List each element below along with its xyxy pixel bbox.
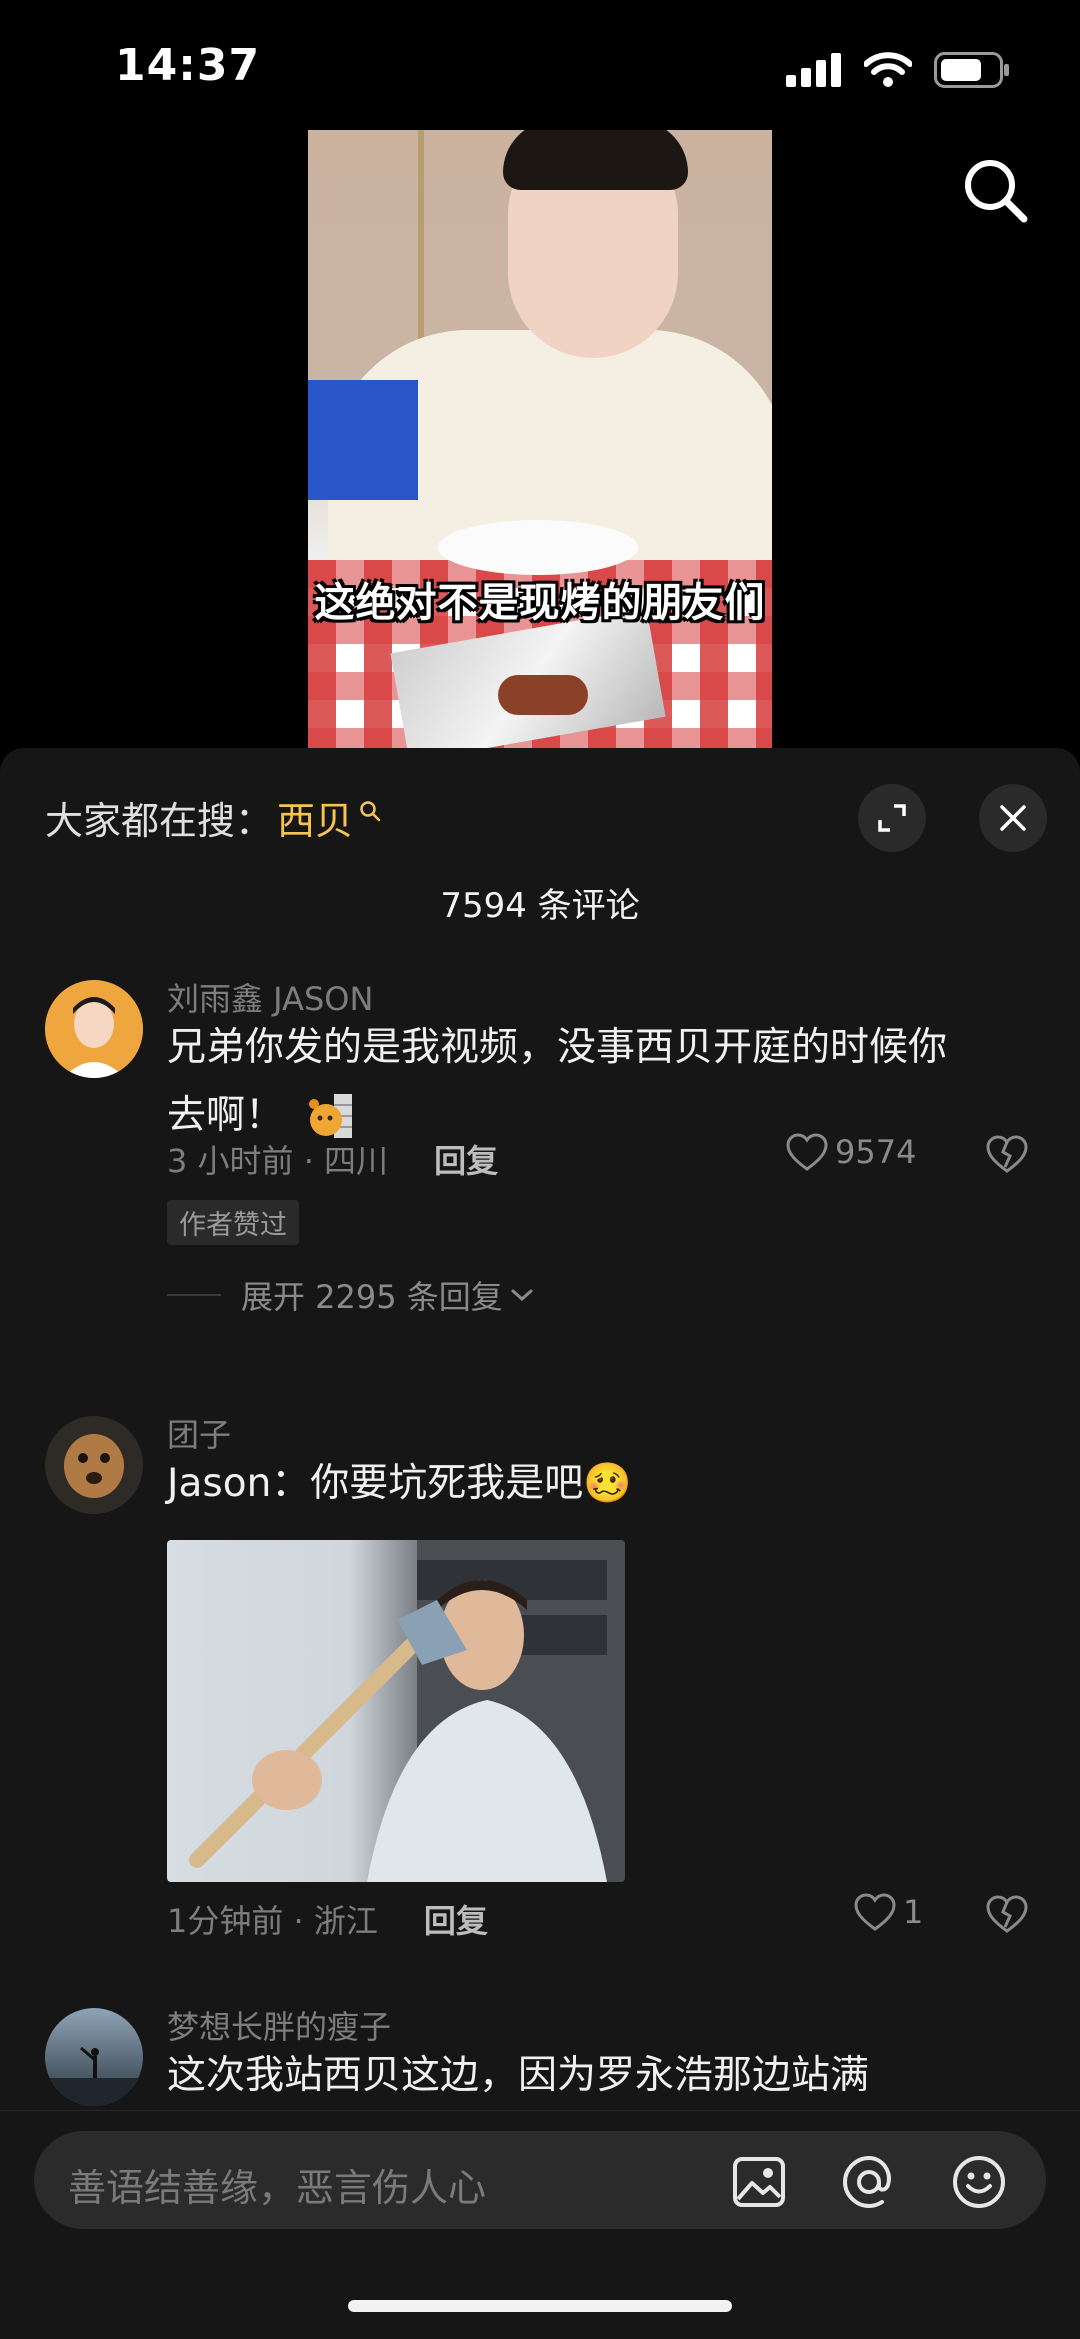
peek-sticker-icon <box>309 1094 353 1138</box>
input-placeholder: 善语结善缘，恶言伤人心 <box>68 2166 487 2210</box>
comment-time-location: 1分钟前 · 浙江 <box>167 1902 378 1940</box>
battery-icon <box>934 52 1009 88</box>
avatar[interactable] <box>45 980 143 1078</box>
small-search-icon <box>360 800 381 821</box>
dislike-button[interactable] <box>985 1894 1029 1938</box>
chevron-down-icon <box>511 1289 533 1302</box>
heart-icon <box>854 1893 896 1931</box>
video-person-hair <box>503 130 688 190</box>
comment-time-location: 3 小时前 · 四川 <box>167 1142 389 1180</box>
at-icon <box>842 2155 891 2209</box>
status-bar: 14:37 <box>0 0 1080 130</box>
comment-text-line: 兄弟你发的是我视频，没事西贝开庭的时候你 <box>167 1025 948 1070</box>
search-icon <box>965 160 1028 223</box>
avatar[interactable] <box>45 1416 143 1514</box>
expand-divider <box>167 1294 221 1296</box>
trending-search[interactable]: 大家都在搜： 西贝 <box>45 790 381 845</box>
trending-keyword[interactable]: 西贝 <box>277 790 353 845</box>
comments-sheet: 大家都在搜： 西贝 7594 条评论 刘雨鑫 JASON 兄弟你发的是我视频，没… <box>0 748 1080 2338</box>
comment-text-content: Jason：你要坑死我是吧 <box>167 1461 584 1506</box>
comment-text: 这次我站西贝这边，因为罗永浩那边站满 <box>167 2053 870 2098</box>
broken-heart-icon <box>986 1135 1028 1173</box>
close-icon <box>1000 805 1026 831</box>
status-time: 14:37 <box>115 40 261 91</box>
expand-replies-button[interactable]: 展开 2295 条回复 <box>167 1272 535 1318</box>
close-button[interactable] <box>979 784 1047 852</box>
reply-button[interactable]: 回复 <box>434 1136 498 1182</box>
video-caption: 这绝对不是现烤的朋友们 <box>314 580 766 626</box>
trending-prefix: 大家都在搜： <box>45 799 274 843</box>
comment-meta: 3 小时前 · 四川 回复 <box>167 1136 498 1182</box>
like-count: 1 <box>903 1893 924 1931</box>
wifi-icon <box>864 52 912 87</box>
image-icon <box>733 2157 785 2207</box>
comment-text: 兄弟你发的是我视频，没事西贝开庭的时候你 去啊！ <box>167 1014 1027 1150</box>
search-button[interactable] <box>960 155 1030 225</box>
mention-button[interactable] <box>840 2153 898 2211</box>
emoji-icon <box>953 2156 1005 2208</box>
author-liked-badge: 作者赞过 <box>167 1200 299 1245</box>
comment-text: Jason：你要坑死我是吧 🥴 <box>167 1450 1027 1518</box>
emoji-button[interactable] <box>950 2153 1008 2211</box>
image-button[interactable] <box>730 2153 788 2211</box>
expand-button[interactable] <box>858 784 926 852</box>
comment-image[interactable] <box>167 1540 625 1882</box>
like-button[interactable]: 1 <box>853 1892 923 1932</box>
dislike-button[interactable] <box>985 1134 1029 1178</box>
like-button[interactable]: 9574 <box>785 1132 916 1172</box>
video-plate <box>438 520 638 575</box>
video-player[interactable]: 这绝对不是现烤的朋友们 <box>308 130 772 748</box>
comment-count: 7594 条评论 <box>440 886 640 926</box>
avatar-image <box>45 2008 143 2106</box>
signal-icon <box>786 53 841 87</box>
home-indicator[interactable] <box>348 2300 732 2312</box>
status-icons <box>786 52 1010 88</box>
broken-heart-icon <box>986 1895 1028 1933</box>
like-count: 9574 <box>835 1133 917 1171</box>
video-person-sleeve <box>308 380 418 500</box>
expand-icon <box>878 804 906 832</box>
avatar-image <box>45 980 143 1078</box>
video-food <box>498 675 588 715</box>
avatar[interactable] <box>45 2008 143 2106</box>
heart-icon <box>786 1133 828 1171</box>
expand-replies-label: 展开 2295 条回复 <box>241 1278 503 1316</box>
reply-button[interactable]: 回复 <box>424 1896 488 1942</box>
meme-image <box>189 1540 625 1882</box>
comment-meta: 1分钟前 · 浙江 回复 <box>167 1896 488 1942</box>
avatar-image <box>45 1416 143 1514</box>
comment-emoji: 🥴 <box>583 1461 632 1506</box>
comment-input[interactable]: 善语结善缘，恶言伤人心 <box>34 2131 1046 2229</box>
